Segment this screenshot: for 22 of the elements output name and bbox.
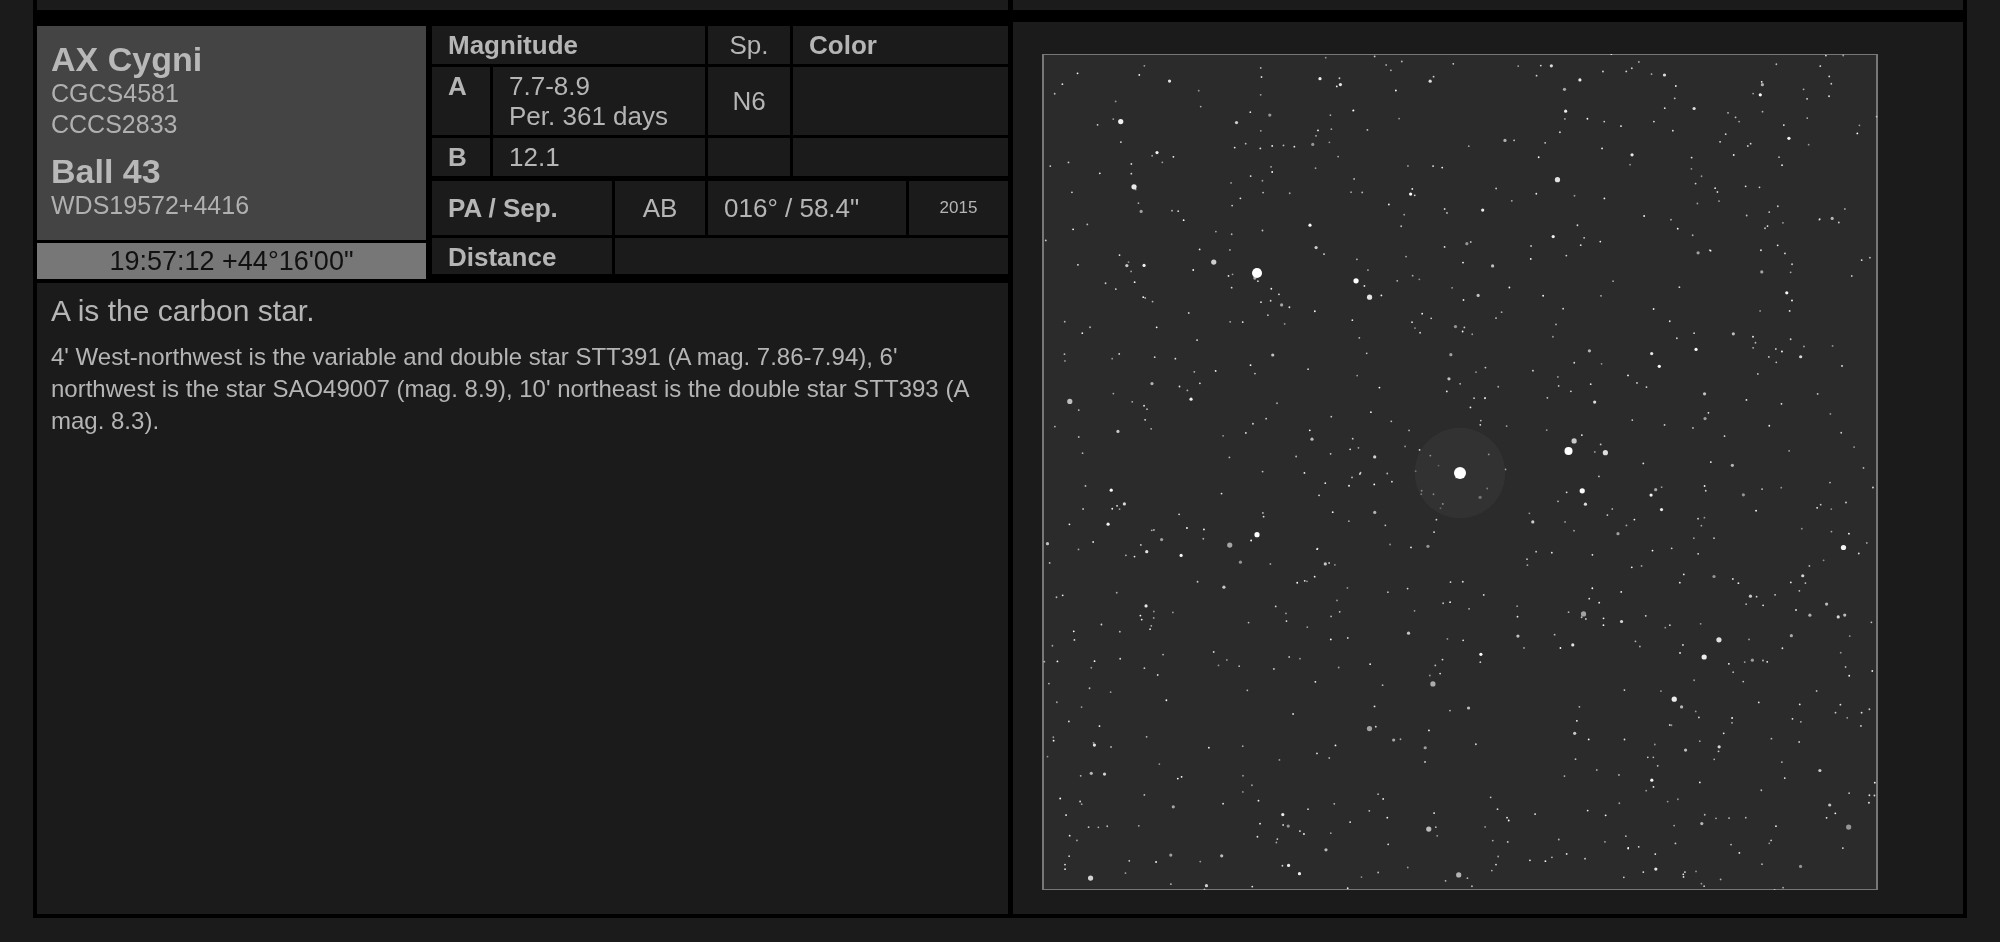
row-label: Distance [432,238,612,274]
coordinates: 19:57:12 +44°16'00" [37,243,426,279]
row-label: PA / Sep. [432,181,612,235]
note-headline: A is the carbon star. [51,293,316,329]
column-header: Color [793,26,1008,64]
measure-year: 2015 [909,181,1008,235]
spectral-type: N6 [732,86,766,116]
magnitude-value: 7.7-8.9 [509,71,591,101]
column-header: Magnitude [432,26,705,64]
component-label: B [432,138,490,176]
magnitude-value: Per. 361 days [509,101,669,131]
star-name: AX Cygni [51,40,204,78]
catalog-designation: CGCS4581 [51,78,180,109]
double-star-name: Ball 43 [51,152,162,190]
note-text: 4' West-northwest is the variable and double star STT391 (A mag. 7.86-7.94), 6' northwest is the star SAO49007 (mag. 8.9), 10' northeast is the double star STT393 (A mag. 8.3). [51,342,970,436]
wds-designation: WDS19572+4416 [51,190,251,221]
catalog-designation: CCCS2833 [51,109,179,140]
pa-sep-value: 016° / 58.4" [708,181,906,235]
pair-label: AB [615,181,705,235]
component-label: A [432,67,490,135]
magnitude-value: 12.1 [509,142,561,172]
column-header: Sp. [708,26,790,64]
